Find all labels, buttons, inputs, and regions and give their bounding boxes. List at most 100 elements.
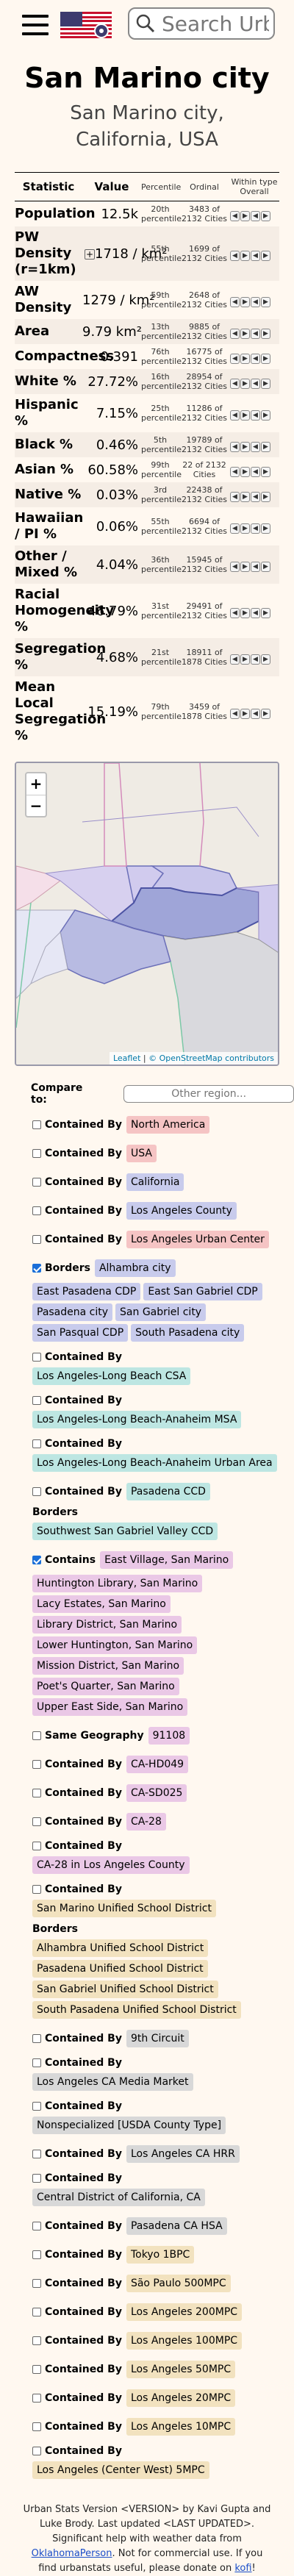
region-chip[interactable]: Los Angeles-Long Beach-Anaheim Urban Are… xyxy=(32,1454,277,1472)
region-chip[interactable]: CA-SD025 xyxy=(126,1784,187,1802)
stat-name[interactable]: PW Density (r=1km) xyxy=(15,226,82,281)
map[interactable]: + − Leaflet | © OpenStreetMap contributo… xyxy=(15,762,279,1066)
group-checkbox[interactable] xyxy=(32,2422,41,2431)
next-overall-arrow-icon[interactable]: ▶ xyxy=(261,492,270,502)
prev-overall-arrow-icon[interactable]: ◀ xyxy=(251,442,260,452)
prev-overall-arrow-icon[interactable]: ◀ xyxy=(251,211,260,221)
group-checkbox[interactable] xyxy=(32,1235,41,1244)
region-chip[interactable]: Los Angeles 50MPC xyxy=(126,2361,236,2378)
prev-arrow-icon[interactable]: ◀ xyxy=(230,654,240,665)
group-checkbox[interactable] xyxy=(32,1396,41,1405)
prev-overall-arrow-icon[interactable]: ◀ xyxy=(251,329,260,339)
group-checkbox[interactable] xyxy=(32,1120,41,1129)
group-checkbox[interactable] xyxy=(32,1149,41,1158)
stat-name[interactable]: Black % xyxy=(15,432,82,457)
next-overall-arrow-icon[interactable]: ▶ xyxy=(261,410,270,421)
stat-name[interactable]: Racial Homogeneity % xyxy=(15,584,114,638)
us-flag-icon[interactable] xyxy=(60,12,112,38)
oklahoma-person-link[interactable]: OklahomaPerson xyxy=(32,2548,112,2559)
next-overall-arrow-icon[interactable]: ▶ xyxy=(261,442,270,452)
prev-overall-arrow-icon[interactable]: ◀ xyxy=(251,709,260,719)
prev-overall-arrow-icon[interactable]: ◀ xyxy=(251,410,260,421)
stat-name[interactable]: Asian % xyxy=(15,457,82,482)
leaflet-link[interactable]: Leaflet xyxy=(113,1053,140,1063)
region-chip[interactable]: Los Angeles-Long Beach-Anaheim MSA xyxy=(32,1411,242,1428)
group-checkbox[interactable] xyxy=(32,2102,41,2111)
group-checkbox[interactable] xyxy=(32,1439,41,1448)
next-overall-arrow-icon[interactable]: ▶ xyxy=(261,211,270,221)
region-chip[interactable]: Los Angeles-Long Beach CSA xyxy=(32,1367,191,1385)
prev-overall-arrow-icon[interactable]: ◀ xyxy=(251,562,260,572)
group-checkbox[interactable] xyxy=(32,2365,41,2374)
kofi-link[interactable]: kofi xyxy=(234,2563,251,2574)
region-chip[interactable]: Lower Huntington, San Marino xyxy=(32,1636,198,1654)
region-chip[interactable]: Los Angeles 200MPC xyxy=(126,2303,243,2321)
region-chip[interactable]: Pasadena city xyxy=(32,1303,113,1321)
region-chip[interactable]: Los Angeles CA Media Market xyxy=(32,2073,193,2091)
stat-name[interactable]: Area xyxy=(15,319,82,344)
prev-overall-arrow-icon[interactable]: ◀ xyxy=(251,467,260,477)
region-chip[interactable]: Pasadena CCD xyxy=(126,1483,210,1500)
next-overall-arrow-icon[interactable]: ▶ xyxy=(261,654,270,665)
expand-button[interactable]: + xyxy=(85,248,95,260)
osm-link[interactable]: © OpenStreetMap contributors xyxy=(148,1053,274,1063)
next-arrow-icon[interactable]: ▶ xyxy=(240,492,250,502)
group-checkbox[interactable] xyxy=(32,2150,41,2158)
region-chip[interactable]: San Gabriel Unified School District xyxy=(32,1981,218,1998)
next-arrow-icon[interactable]: ▶ xyxy=(240,562,250,572)
next-overall-arrow-icon[interactable]: ▶ xyxy=(261,297,270,307)
next-overall-arrow-icon[interactable]: ▶ xyxy=(261,562,270,572)
next-arrow-icon[interactable]: ▶ xyxy=(240,410,250,421)
prev-arrow-icon[interactable]: ◀ xyxy=(230,608,240,618)
zoom-in-button[interactable]: + xyxy=(26,773,46,795)
group-checkbox[interactable] xyxy=(32,1842,41,1850)
region-chip[interactable]: Upper East Side, San Marino xyxy=(32,1698,188,1716)
region-chip[interactable]: Poet's Quarter, San Marino xyxy=(32,1678,179,1695)
next-arrow-icon[interactable]: ▶ xyxy=(240,379,250,389)
stat-name[interactable]: AW Density xyxy=(15,281,82,319)
stat-name[interactable]: Compactness xyxy=(15,344,114,369)
next-arrow-icon[interactable]: ▶ xyxy=(240,442,250,452)
compare-input[interactable] xyxy=(123,1085,294,1103)
group-checkbox[interactable] xyxy=(32,2174,41,2183)
next-arrow-icon[interactable]: ▶ xyxy=(240,251,250,261)
group-checkbox[interactable] xyxy=(32,1885,41,1894)
region-chip[interactable]: CA-28 in Los Angeles County xyxy=(32,1856,190,1874)
region-chip[interactable]: San Gabriel city xyxy=(115,1303,207,1321)
region-chip[interactable]: Mission District, San Marino xyxy=(32,1657,184,1675)
region-chip[interactable]: Pasadena CA HSA xyxy=(126,2217,227,2235)
next-arrow-icon[interactable]: ▶ xyxy=(240,654,250,665)
group-checkbox[interactable] xyxy=(32,1760,41,1769)
group-checkbox[interactable] xyxy=(32,2308,41,2316)
region-chip[interactable]: São Paulo 500MPC xyxy=(126,2275,231,2292)
prev-arrow-icon[interactable]: ◀ xyxy=(230,410,240,421)
region-chip[interactable]: Alhambra city xyxy=(94,1259,176,1277)
group-checkbox[interactable] xyxy=(32,2250,41,2259)
stat-name[interactable]: Population xyxy=(15,201,96,227)
group-checkbox[interactable] xyxy=(32,1264,41,1273)
next-overall-arrow-icon[interactable]: ▶ xyxy=(261,251,270,261)
region-chip[interactable]: Central District of California, CA xyxy=(32,2189,205,2206)
region-chip[interactable]: South Pasadena Unified School District xyxy=(32,2001,241,2019)
region-chip[interactable]: California xyxy=(126,1173,184,1191)
group-checkbox[interactable] xyxy=(32,1206,41,1215)
search-box[interactable] xyxy=(128,7,275,40)
region-chip[interactable]: CA-HD049 xyxy=(126,1756,189,1773)
prev-overall-arrow-icon[interactable]: ◀ xyxy=(251,251,260,261)
hamburger-menu-icon[interactable] xyxy=(22,15,49,35)
stat-name[interactable]: White % xyxy=(15,369,82,394)
region-chip[interactable]: Nonspecialized [USDA County Type] xyxy=(32,2117,226,2134)
region-chip[interactable]: Library District, San Marino xyxy=(32,1616,182,1634)
prev-arrow-icon[interactable]: ◀ xyxy=(230,354,240,364)
next-overall-arrow-icon[interactable]: ▶ xyxy=(261,329,270,339)
region-chip[interactable]: South Pasadena city xyxy=(131,1324,245,1342)
group-checkbox[interactable] xyxy=(32,1731,41,1740)
prev-overall-arrow-icon[interactable]: ◀ xyxy=(251,654,260,665)
prev-overall-arrow-icon[interactable]: ◀ xyxy=(251,492,260,502)
region-chip[interactable]: USA xyxy=(126,1145,157,1162)
region-chip[interactable]: Los Angeles 20MPC xyxy=(126,2389,236,2407)
region-chip[interactable]: Pasadena Unified School District xyxy=(32,1960,208,1978)
prev-overall-arrow-icon[interactable]: ◀ xyxy=(251,608,260,618)
prev-overall-arrow-icon[interactable]: ◀ xyxy=(251,297,260,307)
stat-name[interactable]: Hispanic % xyxy=(15,394,82,432)
